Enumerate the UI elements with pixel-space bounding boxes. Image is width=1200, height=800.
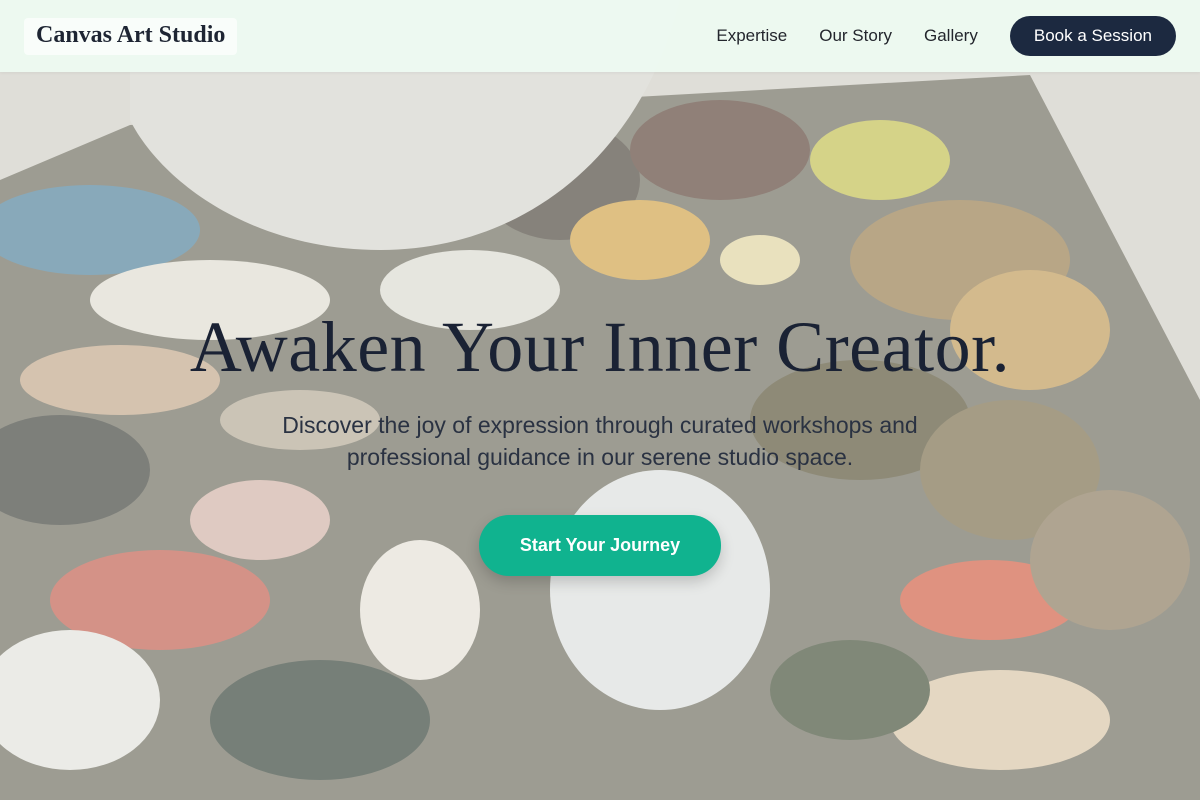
main-nav: Expertise Our Story Gallery Book a Sessi…	[684, 16, 1176, 56]
landing-page: Awaken Your Inner Creator. Discover the …	[0, 0, 1200, 800]
brand-logo[interactable]: Canvas Art Studio	[24, 17, 238, 55]
hero-section: Awaken Your Inner Creator. Discover the …	[0, 0, 1200, 800]
nav-link-gallery[interactable]: Gallery	[924, 26, 978, 46]
nav-link-expertise[interactable]: Expertise	[716, 26, 787, 46]
hero-subtitle: Discover the joy of expression through c…	[282, 412, 918, 470]
start-journey-button[interactable]: Start Your Journey	[478, 515, 722, 576]
top-navbar: Canvas Art Studio Expertise Our Story Ga…	[0, 0, 1200, 72]
nav-link-our-story[interactable]: Our Story	[819, 26, 892, 46]
book-session-button[interactable]: Book a Session	[1009, 16, 1176, 56]
hero-title: Awaken Your Inner Creator.	[189, 307, 1011, 387]
hero-content: Awaken Your Inner Creator. Discover the …	[0, 305, 1200, 576]
